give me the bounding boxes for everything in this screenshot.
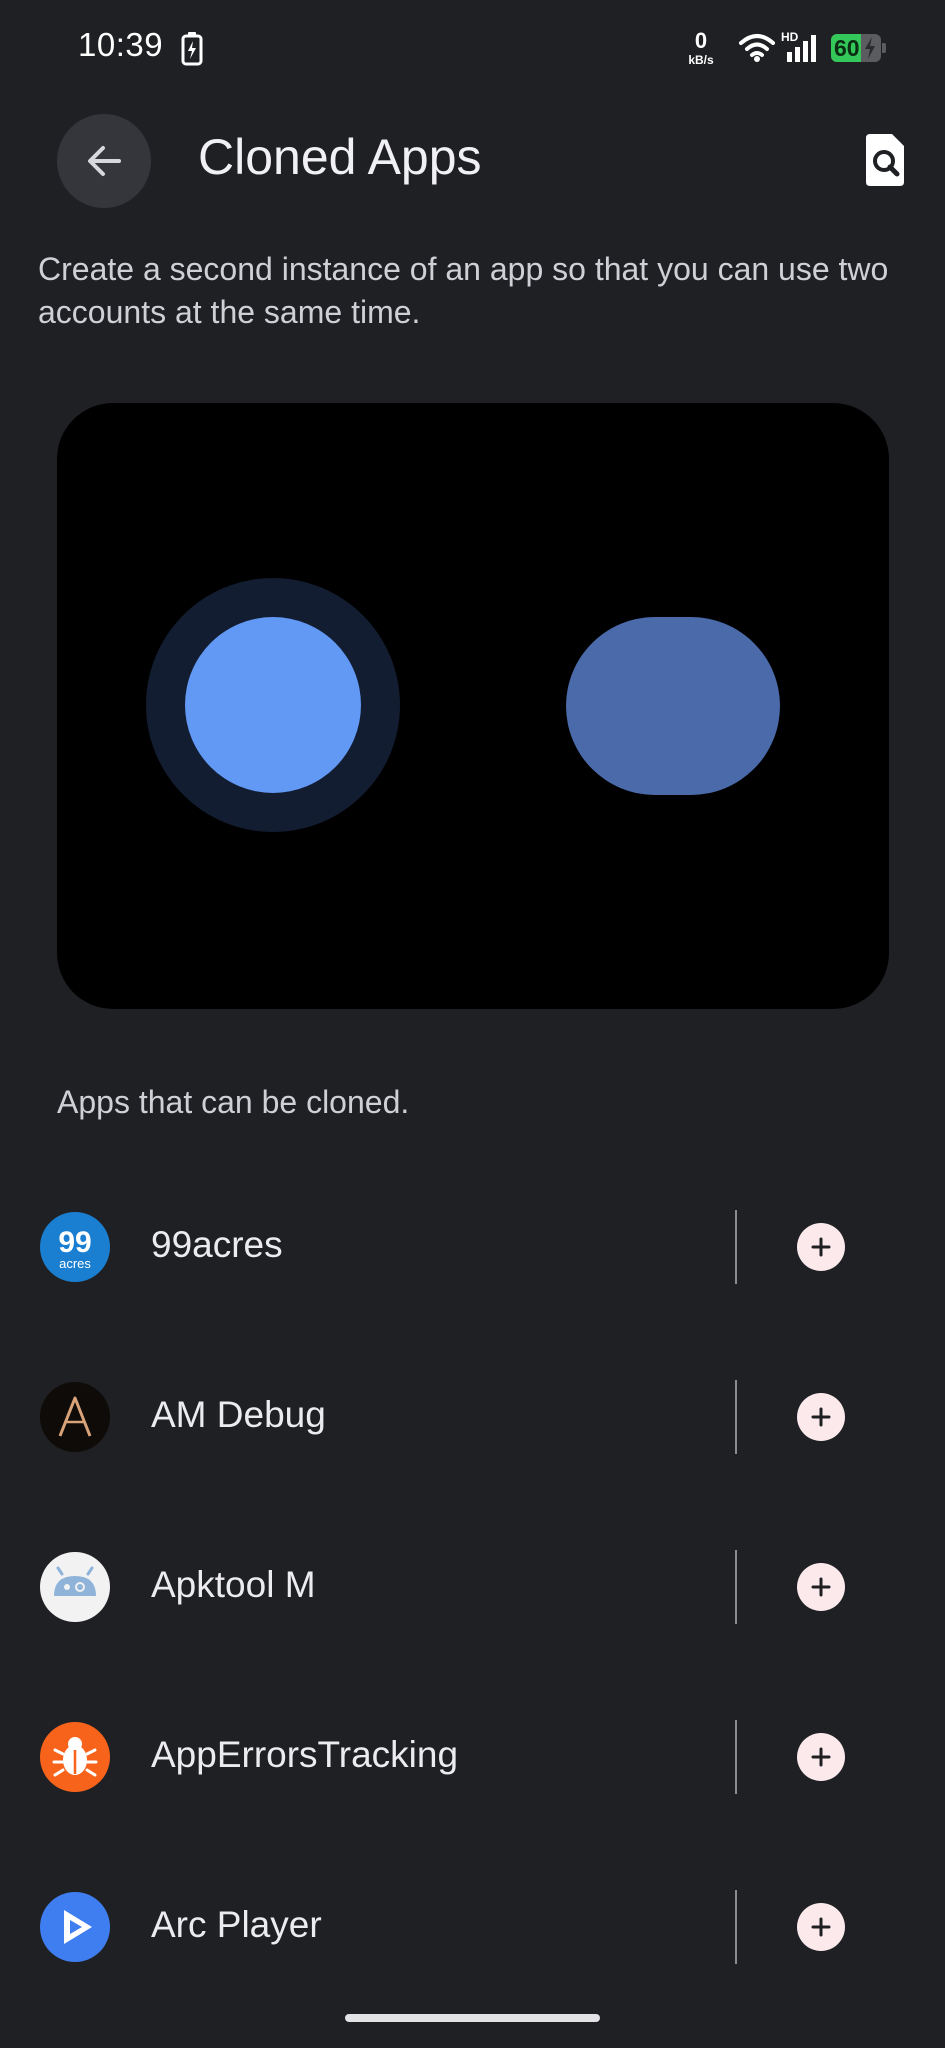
app-row-app-errors-tracking[interactable]: AppErrorsTracking [0,1672,945,1842]
status-time: 10:39 [78,26,164,63]
am-debug-app-icon [40,1382,110,1452]
bug-icon [52,1737,98,1777]
network-speed: 0 kB/s [684,28,718,67]
app-row-am-debug[interactable]: AM Debug [0,1332,945,1502]
battery-indicator: 60 [831,34,887,62]
back-button[interactable] [57,114,151,208]
battery-body: 60 [831,34,881,62]
cloned-apps-illustration [57,403,889,1009]
app-row-99acres[interactable]: 99 acres 99acres [0,1162,945,1332]
app-name: Arc Player [151,1904,322,1945]
plus-icon [811,1407,831,1427]
search-page-icon[interactable] [862,132,908,188]
battery-level: 60 [834,35,860,61]
wifi-icon [739,34,775,62]
99acres-app-icon: 99 acres [40,1212,110,1282]
charging-bolt-icon [865,37,875,59]
android-robot-icon [54,1566,96,1596]
app-row-apktool-m[interactable]: Apktool M [0,1502,945,1672]
plus-icon [811,1747,831,1767]
clone-app-button[interactable] [797,1223,845,1271]
99acres-icon-label: acres [59,1255,91,1271]
page-title: Cloned Apps [198,129,482,185]
99acres-icon-number: 99 [58,1225,92,1259]
row-divider [735,1210,737,1284]
arc-player-app-icon [40,1892,110,1962]
row-divider [735,1380,737,1454]
illustration-pill [566,617,780,795]
app-errors-tracking-app-icon [40,1722,110,1792]
row-divider [735,1890,737,1964]
page-description: Create a second instance of an app so th… [38,251,889,330]
battery-charging-icon [181,32,203,66]
app-name: 99acres [151,1224,283,1265]
apktool-m-app-icon [40,1552,110,1622]
network-speed-unit: kB/s [688,53,714,67]
clone-app-button[interactable] [797,1733,845,1781]
app-name: AppErrorsTracking [151,1734,459,1775]
app-name: Apktool M [151,1564,316,1605]
plus-icon [811,1577,831,1597]
plus-icon [811,1237,831,1257]
clone-app-button[interactable] [797,1903,845,1951]
row-divider [735,1720,737,1794]
arrow-back-icon [88,146,121,176]
clone-app-button[interactable] [797,1393,845,1441]
battery-tip [882,43,886,53]
section-header: Apps that can be cloned. [57,1084,410,1120]
am-debug-logo [58,1396,92,1437]
play-icon [64,1910,92,1944]
clone-app-button[interactable] [797,1563,845,1611]
app-row-arc-player[interactable]: Arc Player [0,1842,945,2012]
gesture-handle[interactable] [345,2014,600,2022]
app-name: AM Debug [151,1394,326,1435]
illustration-circle [185,617,361,793]
plus-icon [811,1917,831,1937]
row-divider [735,1550,737,1624]
cell-signal-icon [787,35,816,62]
status-bar: 10:39 0 kB/s HD 60 [0,0,945,96]
network-speed-value: 0 [694,28,708,53]
